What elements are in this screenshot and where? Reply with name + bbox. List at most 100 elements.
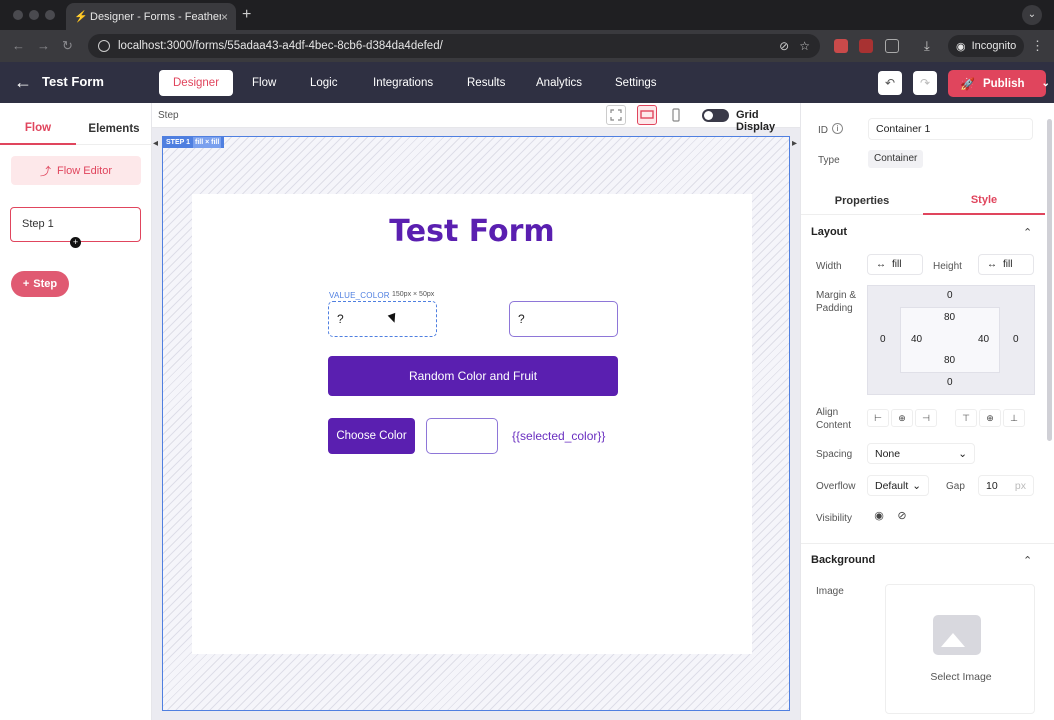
canvas-toolbar: Step Grid Display	[152, 103, 800, 133]
margin-left-input[interactable]: 0	[880, 334, 886, 345]
back-arrow-icon[interactable]: ←	[14, 72, 32, 93]
margin-top-input[interactable]: 0	[947, 290, 953, 301]
padding-top-input[interactable]: 80	[944, 312, 955, 323]
margin-bottom-input[interactable]: 0	[947, 377, 953, 388]
margin-right-input[interactable]: 0	[1013, 334, 1019, 345]
align-right-icon[interactable]: ⊣	[915, 409, 937, 427]
redo-icon[interactable]: ↷	[913, 71, 937, 95]
padding-bottom-input[interactable]: 80	[944, 355, 955, 366]
step-chip-fill: fill × fill	[193, 137, 222, 148]
height-value: fill	[1003, 259, 1013, 270]
step-container[interactable]: STEP 1 fill × fill Test Form VALUE_COLOR…	[162, 136, 790, 711]
form-container[interactable]: Test Form VALUE_COLOR 150px × 50px ? ? R…	[192, 194, 752, 654]
new-tab-button[interactable]: +	[242, 6, 251, 24]
eye-off-icon[interactable]: ⊘	[779, 39, 789, 53]
eye-icon[interactable]: ◉	[869, 509, 889, 527]
forward-icon[interactable]: →	[37, 38, 50, 53]
add-connection-icon[interactable]: +	[70, 237, 81, 248]
tab-flow[interactable]: Flow	[238, 70, 290, 96]
scrollbar[interactable]	[1047, 119, 1052, 441]
step-name: Step 1	[22, 218, 54, 230]
tab-analytics[interactable]: Analytics	[522, 70, 596, 96]
tab-style[interactable]: Style	[923, 187, 1045, 215]
site-info-icon[interactable]	[98, 40, 110, 52]
width-input[interactable]: ↔ fill	[867, 254, 923, 275]
selected-color-text[interactable]: {{selected_color}}	[512, 429, 605, 443]
overflow-select[interactable]: Default ⌄	[867, 475, 929, 496]
collapse-right-icon[interactable]: ▸	[792, 138, 797, 149]
mobile-view-icon[interactable]	[666, 105, 686, 125]
star-icon[interactable]: ☆	[799, 39, 810, 53]
tab-settings[interactable]: Settings	[601, 70, 671, 96]
download-icon[interactable]: ⤓	[924, 38, 930, 54]
extension-icon[interactable]	[834, 39, 848, 53]
chevron-up-icon[interactable]: ⌃	[1023, 226, 1032, 239]
window-close-button[interactable]	[13, 10, 23, 20]
gap-input[interactable]: 10 px	[978, 475, 1034, 496]
tab-logic[interactable]: Logic	[296, 70, 352, 96]
select-image-dropzone[interactable]: Select Image	[885, 584, 1035, 714]
menu-icon[interactable]: ⋮	[1031, 38, 1044, 54]
url-field[interactable]: localhost:3000/forms/55adaa43-a4df-4bec-…	[88, 34, 820, 58]
desktop-view-icon[interactable]	[637, 105, 657, 125]
back-icon[interactable]: ←	[12, 38, 25, 53]
align-top-icon[interactable]: ⊤	[955, 409, 977, 427]
tab-elements-panel[interactable]: Elements	[76, 113, 152, 145]
collapse-left-icon[interactable]: ◂	[153, 138, 158, 149]
window-zoom-button[interactable]	[45, 10, 55, 20]
tab-integrations[interactable]: Integrations	[359, 70, 447, 96]
random-color-fruit-button[interactable]: Random Color and Fruit	[328, 356, 618, 396]
align-center-v-icon[interactable]: ⊕	[979, 409, 1001, 427]
spacing-label: Spacing	[816, 449, 853, 460]
align-center-h-icon[interactable]: ⊕	[891, 409, 913, 427]
tab-designer[interactable]: Designer	[159, 70, 234, 96]
chevron-down-icon[interactable]: ⌄	[1022, 5, 1042, 25]
undo-icon[interactable]: ↶	[878, 71, 902, 95]
form-title[interactable]: Test Form	[192, 214, 752, 249]
close-icon[interactable]: ×	[221, 10, 228, 24]
align-content-label: Align	[816, 407, 839, 418]
info-icon[interactable]: i	[832, 123, 843, 134]
flow-editor-button[interactable]: ⤴ Flow Editor	[11, 156, 141, 185]
extensions-icon[interactable]	[885, 39, 899, 53]
id-input[interactable]: Container 1	[868, 118, 1033, 140]
height-input[interactable]: ↔ fill	[978, 254, 1034, 275]
tab-flow-panel[interactable]: Flow	[0, 113, 76, 145]
value-fruit-field[interactable]: ?	[509, 301, 618, 337]
canvas-area: Step Grid Display ◂ ▸ STEP 1 fill × fill…	[152, 103, 800, 720]
choose-color-label: Choose Color	[336, 430, 407, 442]
align-controls: ⊢ ⊕ ⊣ ⊤ ⊕ ⊥	[867, 409, 1025, 427]
reload-icon[interactable]: ↻	[62, 38, 73, 54]
value-color-label: VALUE_COLOR	[329, 291, 390, 300]
grid-display-toggle[interactable]	[702, 109, 729, 122]
rocket-icon: 🚀	[960, 76, 975, 91]
type-label: Type	[818, 155, 840, 166]
incognito-label: Incognito	[971, 40, 1017, 52]
extension-icon[interactable]	[859, 39, 873, 53]
color-swatch-box[interactable]	[426, 418, 498, 454]
padding-left-input[interactable]: 40	[911, 334, 922, 345]
chevron-up-icon[interactable]: ⌃	[1023, 554, 1032, 567]
random-button-label: Random Color and Fruit	[408, 369, 538, 383]
chevron-down-icon[interactable]: ⌄	[1041, 78, 1049, 89]
value-color-field[interactable]: ?	[328, 301, 437, 337]
eye-off-icon[interactable]: ⊘	[892, 509, 912, 527]
align-bottom-icon[interactable]: ⊥	[1003, 409, 1025, 427]
value-fruit-text: ?	[518, 312, 525, 326]
tab-properties[interactable]: Properties	[801, 187, 923, 215]
publish-button[interactable]: 🚀 Publish ⌄	[948, 70, 1050, 97]
left-panel: Flow Elements ⤴ Flow Editor Step 1 + + S…	[0, 103, 152, 720]
choose-color-button[interactable]: Choose Color	[328, 418, 415, 454]
align-left-icon[interactable]: ⊢	[867, 409, 889, 427]
window-minimize-button[interactable]	[29, 10, 39, 20]
fullscreen-icon[interactable]	[606, 105, 626, 125]
chevron-down-icon: ⌄	[912, 479, 921, 492]
incognito-badge[interactable]: ◉ Incognito	[948, 35, 1025, 57]
tab-results[interactable]: Results	[453, 70, 519, 96]
divider	[801, 543, 1054, 544]
spacing-select[interactable]: None ⌄	[867, 443, 975, 464]
add-step-button[interactable]: + Step	[11, 271, 69, 297]
browser-tab[interactable]: ⚡ Designer - Forms - Feathery ×	[66, 3, 236, 30]
padding-right-input[interactable]: 40	[978, 334, 989, 345]
